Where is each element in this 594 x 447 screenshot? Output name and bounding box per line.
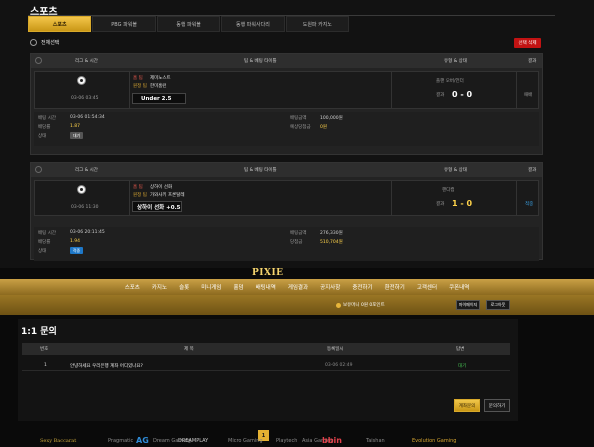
bet-amount: 276,330원: [320, 231, 343, 236]
nav-deposit[interactable]: 충전하기: [352, 283, 372, 291]
partner-logo: Sexy Baccarat: [40, 437, 77, 444]
account-inquiry-button[interactable]: 계좌문의: [454, 399, 480, 412]
result-type: 플핸 오버/언더: [436, 79, 464, 84]
nav-notice[interactable]: 공지사항: [320, 283, 340, 291]
user-bar: 보유머니 0원 0포인트 마이페이지 로그아웃: [0, 295, 594, 315]
match-date: 03-06 11:30: [71, 205, 99, 210]
nav-slot[interactable]: 슬롯: [179, 283, 189, 291]
main-nav: 스포츠 카지노 슬롯 미니게임 홀덤 배팅내역 게임결과 공지사항 충전하기 환…: [0, 279, 594, 295]
tab-dh-ladder[interactable]: 동행 파워사다리: [221, 16, 285, 32]
site-page: PIXIE 스포츠 카지노 슬롯 미니게임 홀덤 배팅내역 게임결과 공지사항 …: [0, 268, 594, 447]
away-label: 원정 팀: [133, 84, 147, 89]
partner-logo: bbin: [322, 436, 342, 445]
bet-time: 03-06 20:11:45: [70, 230, 105, 235]
inquiry-panel: 1:1 문의 번호 제 목 등록일시 답변 1 안녕하세요 우리은행 계좌 어디…: [18, 319, 518, 441]
score: 1 - 0: [452, 199, 473, 208]
home-team: 상하이 선화: [150, 185, 173, 190]
score-label: 결과: [436, 202, 445, 207]
odds: 1.94: [70, 239, 81, 244]
match-date: 03-06 03:45: [71, 96, 99, 101]
new-inquiry-button[interactable]: 문의하기: [484, 399, 510, 412]
bet-pick: Under 2.5: [132, 93, 186, 104]
nav-support[interactable]: 고객센터: [417, 283, 437, 291]
row-subject[interactable]: 안녕하세요 우리은행 계좌 어디있나요?: [70, 363, 143, 369]
table-row[interactable]: 1 안녕하세요 우리은행 계좌 어디있나요? 03-06 02:49 대기: [22, 360, 510, 371]
mypage-button[interactable]: 마이페이지: [456, 300, 480, 310]
home-label: 홈 팀: [133, 76, 143, 81]
home-label: 홈 팀: [133, 185, 143, 190]
tab-sports[interactable]: 스포츠: [28, 16, 92, 32]
tab-dh-powerball[interactable]: 동행 파워볼: [156, 16, 221, 32]
partner-logo: Taishan: [366, 437, 385, 444]
delete-selected-button[interactable]: 선택 삭제: [514, 38, 541, 48]
partner-logos: Sexy Baccarat Pragmatic AG Dream Gaming …: [0, 432, 594, 447]
select-checkbox[interactable]: [35, 166, 42, 173]
nav-sports[interactable]: 스포츠: [125, 283, 140, 291]
tab-pbg-powerball[interactable]: PBG 파워볼: [92, 16, 156, 32]
nav-results[interactable]: 게임결과: [288, 283, 308, 291]
nav-coupon[interactable]: 쿠폰내역: [449, 283, 469, 291]
partner-logo: Evolution Gaming: [412, 437, 457, 444]
game-tabs: 스포츠 PBG 파워볼 동행 파워볼 동행 파워사다리 도원파 카지노: [28, 16, 350, 32]
status-badge: 적중: [70, 247, 83, 254]
sports-bet-history: 스포츠 스포츠 PBG 파워볼 동행 파워볼 동행 파워사다리 도원파 카지노 …: [0, 0, 594, 268]
col-outcome: 결과: [528, 59, 537, 64]
row-date: 03-06 02:49: [325, 363, 353, 368]
tab-casino[interactable]: 도원파 카지노: [285, 16, 350, 32]
select-all-label: 전체선택: [41, 40, 60, 46]
user-info: 보유머니 0원 0포인트: [336, 302, 385, 308]
odds: 1.87: [70, 124, 81, 129]
home-team: 제미노스트: [150, 76, 171, 81]
inquiry-title: 1:1 문의: [21, 327, 57, 337]
radio-icon: [30, 39, 37, 46]
logout-button[interactable]: 로그아웃: [486, 300, 510, 310]
nav-casino[interactable]: 카지노: [152, 283, 167, 291]
bet-amount: 100,000원: [320, 116, 343, 121]
away-label: 원정 팀: [133, 193, 147, 198]
status-badge: 대기: [70, 132, 83, 139]
select-all-checkbox[interactable]: 전체선택: [30, 39, 59, 46]
bet-time: 03-06 01:54:34: [70, 115, 105, 120]
partner-logo: Pragmatic: [108, 437, 134, 444]
nav-bet-history[interactable]: 배팅내역: [256, 283, 276, 291]
partner-logo: Playtech: [276, 437, 298, 444]
nav-holdem[interactable]: 홀덤: [233, 283, 243, 291]
soccer-ball-icon: [77, 185, 86, 194]
payout: 0원: [320, 125, 328, 130]
payout: 510,704원: [320, 240, 343, 245]
table-header: 번호 제 목 등록일시 답변: [22, 343, 510, 355]
bet-card: 리그 & 시간 팀 & 베팅 타이틀 유형 & 상태 결과 03-06 11:3…: [30, 162, 543, 261]
bet-detail: 배팅 시간 03-06 01:54:34 배당률 1.87 상태 대기 배팅금액…: [34, 112, 539, 146]
nav-withdraw[interactable]: 환전하기: [385, 283, 405, 291]
partner-logo: DREAMPLAY: [178, 437, 209, 444]
bet-row: 03-06 11:30 홈 팀 상하이 선화 원정 팀 가와사키 프론탈레 상하…: [34, 180, 539, 216]
result-type: 핸디캡: [442, 188, 455, 193]
outcome: 패배: [524, 93, 533, 98]
score-label: 결과: [436, 93, 445, 98]
bet-row: 03-06 03:45 홈 팀 제미노스트 원정 팀 한미홈런 Under 2.…: [34, 71, 539, 109]
bet-detail: 배팅 시간 03-06 20:11:45 배당률 1.94 상태 적중 배팅금액…: [34, 227, 539, 261]
outcome: 적중: [525, 202, 534, 207]
soccer-ball-icon: [77, 76, 86, 85]
bet-header: 리그 & 시간 팀 & 베팅 타이틀 유형 & 상태 결과: [31, 163, 542, 177]
partner-logo: AG: [136, 436, 149, 445]
partner-logo: Micro Gaming: [228, 437, 263, 444]
away-team: 가와사키 프론탈레: [150, 193, 185, 198]
select-checkbox[interactable]: [35, 57, 42, 64]
row-status: 대기: [458, 364, 467, 369]
row-number: 1: [44, 363, 47, 368]
col-team-betting: 팀 & 베팅 타이틀: [244, 59, 277, 64]
bet-header: 리그 & 시간 팀 & 베팅 타이틀 유형 & 상태 결과: [31, 54, 542, 68]
bet-card: 리그 & 시간 팀 & 베팅 타이틀 유형 & 상태 결과 03-06 03:4…: [30, 53, 543, 155]
coin-icon: [336, 302, 341, 308]
site-logo[interactable]: PIXIE: [252, 268, 284, 278]
col-result-status: 유형 & 상태: [444, 59, 467, 64]
away-team: 한미홈런: [150, 84, 167, 89]
col-league-time: 리그 & 시간: [75, 59, 98, 64]
score: 0 - 0: [452, 90, 473, 99]
bet-pick: 상하이 선화 +0.5: [132, 201, 182, 212]
nav-minigame[interactable]: 미니게임: [201, 283, 221, 291]
